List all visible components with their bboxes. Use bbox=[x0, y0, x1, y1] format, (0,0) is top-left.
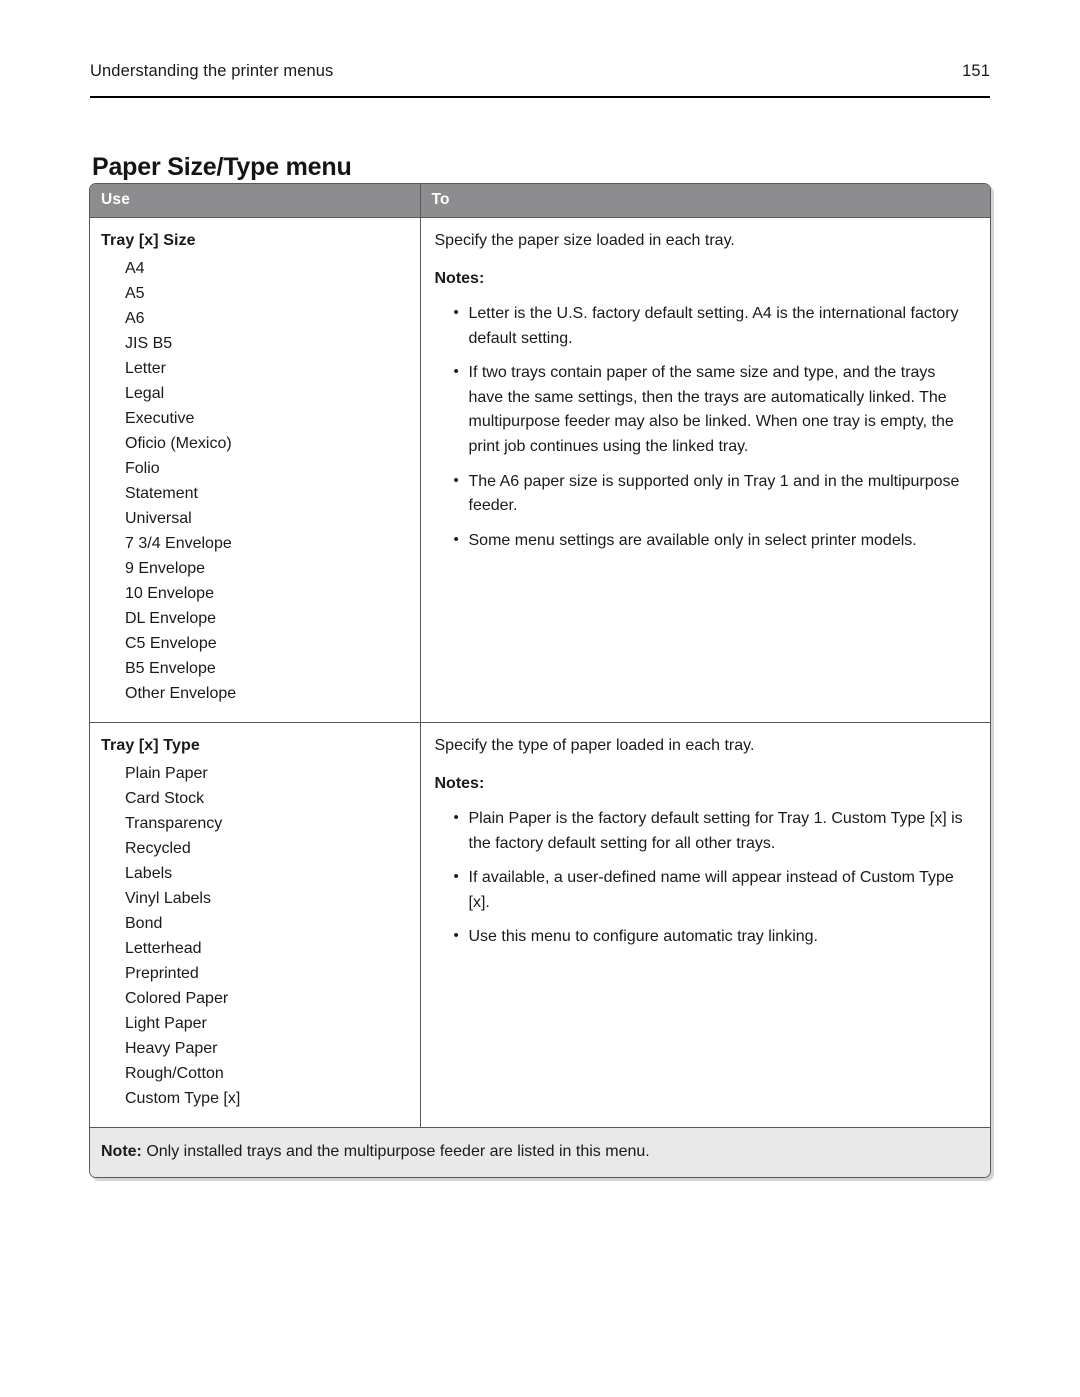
setting-description: Specify the paper size loaded in each tr… bbox=[434, 232, 735, 249]
running-header-title: Understanding the printer menus bbox=[90, 62, 334, 80]
list-item: A5 bbox=[125, 284, 145, 302]
list-item: Universal bbox=[125, 509, 192, 527]
footer-note-cell: Note: Only installed trays and the multi… bbox=[90, 1127, 990, 1178]
list-item: B5 Envelope bbox=[125, 659, 216, 677]
list-item: JIS B5 bbox=[125, 334, 173, 352]
running-header: Understanding the printer menus 151 bbox=[90, 62, 990, 81]
list-item: 7 3/4 Envelope bbox=[125, 534, 232, 552]
page-number: 151 bbox=[962, 62, 990, 80]
list-item: 9 Envelope bbox=[125, 559, 206, 577]
settings-table: Use To Tray [x] Size A4 A5 A6 JIS B5 Let… bbox=[90, 184, 990, 1178]
list-item: Use this menu to configure automatic tra… bbox=[454, 924, 969, 950]
table-body: Tray [x] Size A4 A5 A6 JIS B5 Letter Leg… bbox=[90, 217, 990, 1128]
table-row: Tray [x] Size A4 A5 A6 JIS B5 Letter Leg… bbox=[90, 217, 990, 723]
notes-label: Notes: bbox=[434, 270, 485, 287]
list-item: Other Envelope bbox=[125, 684, 237, 702]
notes-list: Letter is the U.S. factory default setti… bbox=[435, 301, 969, 554]
list-item: Vinyl Labels bbox=[125, 889, 211, 907]
list-item: Letter bbox=[125, 359, 166, 377]
list-item: Colored Paper bbox=[125, 989, 229, 1007]
list-item: If two trays contain paper of the same s… bbox=[454, 360, 969, 460]
list-item: Executive bbox=[125, 409, 195, 427]
cell-use-tray-type: Tray [x] Type Plain Paper Card Stock Tra… bbox=[90, 722, 420, 1128]
list-item: Letter is the U.S. factory default setti… bbox=[454, 301, 969, 351]
column-header-use: Use bbox=[90, 184, 420, 218]
notes-list: Plain Paper is the factory default setti… bbox=[435, 806, 969, 950]
table-row: Tray [x] Type Plain Paper Card Stock Tra… bbox=[90, 722, 990, 1128]
list-item: Plain Paper is the factory default setti… bbox=[454, 806, 969, 856]
list-item: Card Stock bbox=[125, 789, 205, 807]
setting-description: Specify the type of paper loaded in each… bbox=[434, 736, 755, 754]
list-item: A4 bbox=[125, 259, 145, 277]
page-title: Paper Size/Type menu bbox=[92, 152, 352, 181]
list-item: Preprinted bbox=[125, 964, 199, 982]
option-list: A4 A5 A6 JIS B5 Letter Legal Executive O… bbox=[101, 256, 406, 706]
option-list: Plain Paper Card Stock Transparency Recy… bbox=[101, 761, 406, 1111]
cell-to-tray-size: Specify the paper size loaded in each tr… bbox=[419, 217, 990, 723]
list-item: If available, a user-defined name will a… bbox=[454, 865, 969, 915]
list-item: Light Paper bbox=[125, 1014, 207, 1032]
paper-size-type-table: Use To Tray [x] Size A4 A5 A6 JIS B5 Let… bbox=[89, 183, 991, 1179]
list-item: C5 Envelope bbox=[125, 634, 217, 652]
table-footer: Note: Only installed trays and the multi… bbox=[90, 1127, 990, 1178]
list-item: Letterhead bbox=[125, 939, 202, 957]
document-page: Understanding the printer menus 151 Pape… bbox=[0, 0, 1080, 1397]
list-item: DL Envelope bbox=[125, 609, 217, 627]
column-header-to: To bbox=[419, 184, 990, 218]
list-item: A6 bbox=[125, 309, 145, 327]
list-item: Transparency bbox=[125, 814, 223, 832]
list-item: The A6 paper size is supported only in T… bbox=[454, 469, 969, 519]
table-header: Use To bbox=[90, 184, 990, 218]
list-item: Folio bbox=[125, 459, 160, 477]
list-item: 10 Envelope bbox=[125, 584, 214, 602]
notes-label: Notes: bbox=[434, 774, 485, 792]
list-item: Recycled bbox=[125, 839, 191, 857]
cell-to-tray-type: Specify the type of paper loaded in each… bbox=[419, 722, 990, 1128]
setting-name: Tray [x] Type bbox=[101, 736, 200, 754]
setting-name: Tray [x] Size bbox=[101, 232, 196, 249]
list-item: Oficio (Mexico) bbox=[125, 434, 232, 452]
footer-note-text: Only installed trays and the multipurpos… bbox=[146, 1142, 650, 1160]
list-item: Statement bbox=[125, 484, 198, 502]
list-item: Plain Paper bbox=[125, 764, 208, 782]
table-footer-row: Note: Only installed trays and the multi… bbox=[90, 1127, 990, 1178]
table-header-row: Use To bbox=[90, 184, 990, 218]
footer-note-label: Note: bbox=[101, 1142, 147, 1160]
list-item: Legal bbox=[125, 384, 165, 402]
list-item: Custom Type [x] bbox=[125, 1089, 241, 1107]
list-item: Bond bbox=[125, 914, 163, 932]
cell-use-tray-size: Tray [x] Size A4 A5 A6 JIS B5 Letter Leg… bbox=[90, 217, 420, 723]
list-item: Rough/Cotton bbox=[125, 1064, 224, 1082]
list-item: Some menu settings are available only in… bbox=[454, 528, 969, 554]
list-item: Heavy Paper bbox=[125, 1039, 218, 1057]
list-item: Labels bbox=[125, 864, 173, 882]
header-rule bbox=[90, 96, 990, 98]
